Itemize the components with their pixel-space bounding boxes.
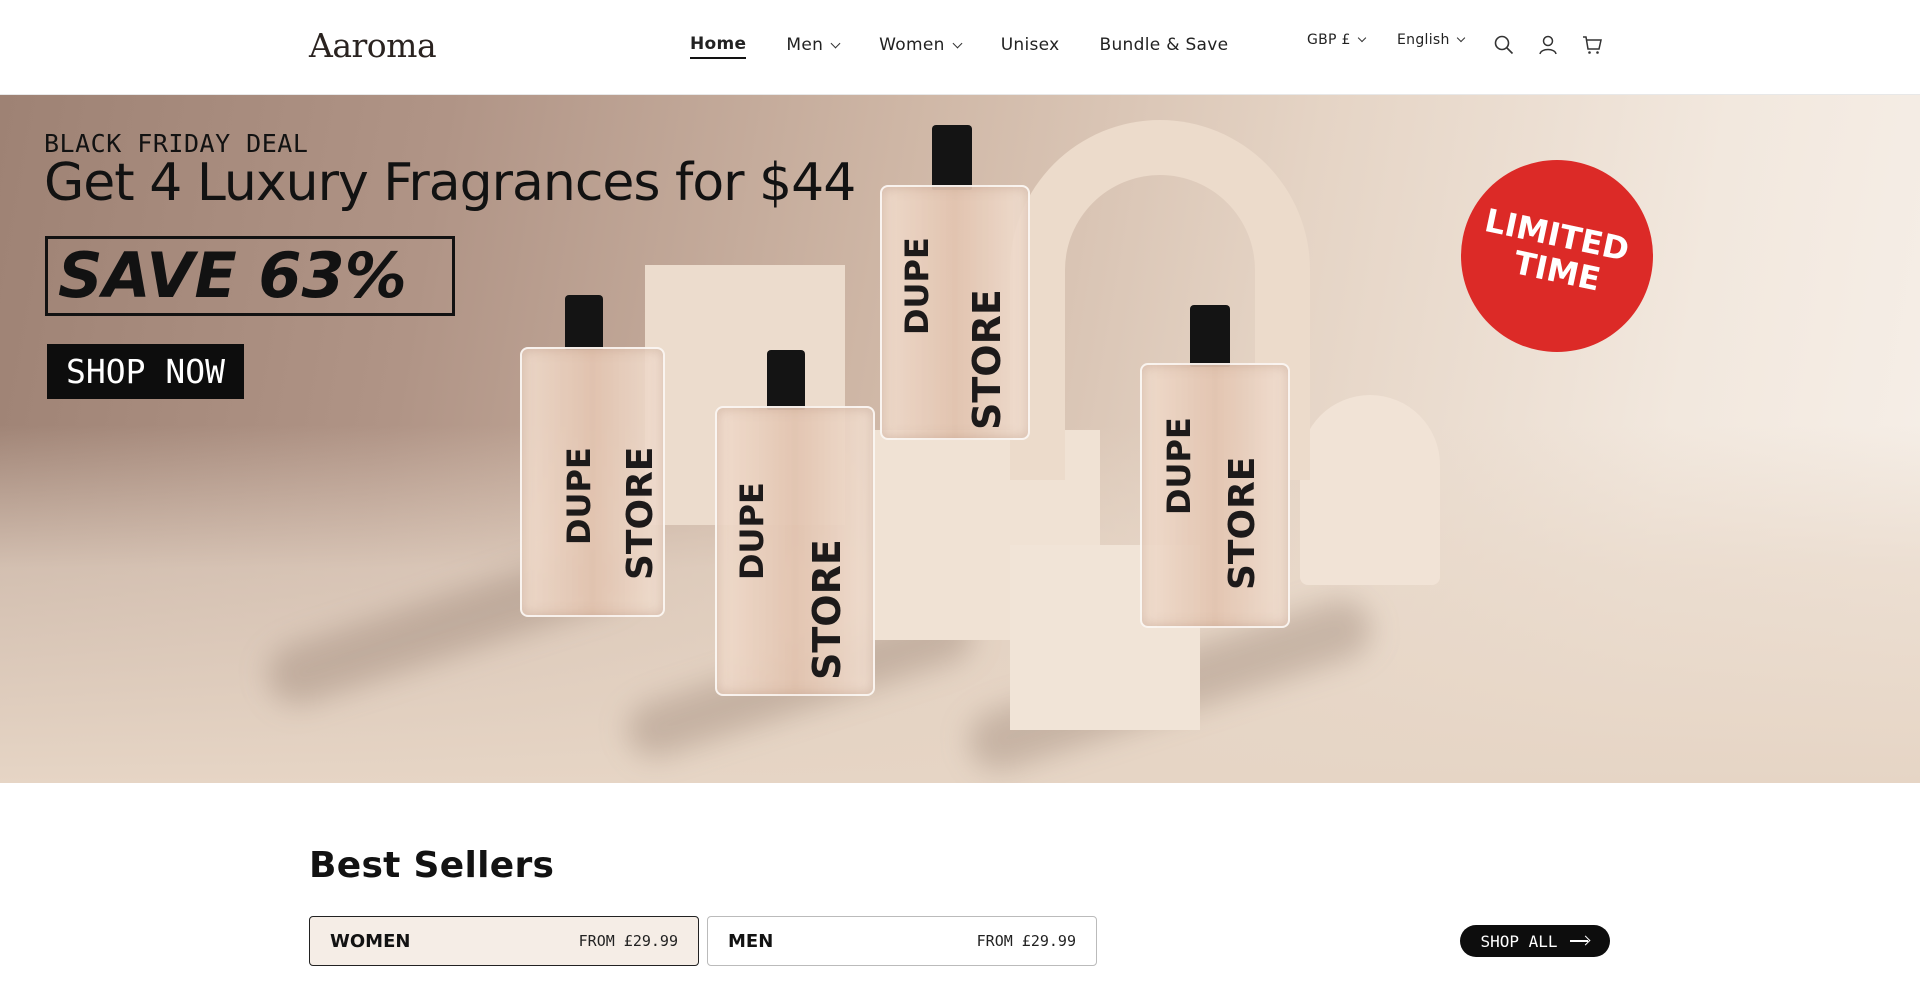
tab-price: FROM £29.99 (976, 932, 1076, 950)
hero-banner[interactable]: DUPE STORE DUPE STORE DUPE STORE DUPE ST… (0, 95, 1920, 783)
hero-headline: Get 4 Luxury Fragrances for $44 (44, 153, 856, 213)
chevron-down-icon (952, 38, 963, 48)
save-text: SAVE 63% (58, 239, 407, 312)
brand-logo[interactable]: Aaroma (309, 26, 437, 66)
nav-item-unisex[interactable]: Unisex (1001, 30, 1060, 60)
bottle-label: STORE (965, 289, 1009, 430)
bottle-label: STORE (1222, 456, 1263, 590)
arrow-right-icon (1569, 936, 1590, 946)
tab-name: WOMEN (330, 930, 411, 952)
search-icon[interactable] (1492, 33, 1516, 57)
limited-time-badge: LIMITED TIME (1461, 160, 1653, 352)
nav-item-men[interactable]: Men (786, 30, 841, 60)
bottle-label: STORE (620, 446, 661, 580)
chevron-down-icon (830, 38, 841, 48)
cart-icon[interactable] (1580, 33, 1604, 57)
tab-men[interactable]: MEN FROM £29.99 (707, 916, 1097, 966)
bottle-label: DUPE (1160, 417, 1198, 515)
chevron-down-icon (1357, 33, 1367, 43)
chevron-down-icon (1456, 33, 1465, 43)
nav-item-label: Home (690, 34, 747, 54)
bottle-label: DUPE (560, 447, 598, 545)
main-nav: Home Men Women Unisex Bundle & Save (670, 30, 1248, 60)
nav-item-label: Women (879, 35, 945, 55)
currency-selector[interactable]: GBP £ (1307, 32, 1367, 48)
bottle-label: DUPE (898, 237, 936, 335)
bottle-label: STORE (805, 539, 849, 680)
nav-item-label: Men (786, 35, 824, 55)
nav-item-women[interactable]: Women (879, 30, 963, 60)
podium-cylinder (1300, 395, 1440, 585)
nav-item-label: Unisex (1000, 35, 1060, 55)
language-selector[interactable]: English (1397, 32, 1465, 48)
shop-now-button[interactable]: SHOP NOW (47, 344, 244, 399)
nav-item-home[interactable]: Home (690, 31, 747, 59)
tab-name: MEN (728, 930, 774, 952)
currency-label: GBP £ (1307, 32, 1351, 48)
tab-women[interactable]: WOMEN FROM £29.99 (309, 916, 699, 966)
shop-all-label: SHOP ALL (1480, 931, 1558, 951)
shop-all-button[interactable]: SHOP ALL (1460, 925, 1610, 957)
bottle-label: DUPE (733, 482, 771, 580)
nav-item-bundle-save[interactable]: Bundle & Save (1100, 30, 1229, 60)
save-box: SAVE 63% (45, 236, 455, 316)
language-label: English (1397, 32, 1450, 48)
nav-item-label: Bundle & Save (1099, 35, 1229, 55)
best-sellers-title: Best Sellers (309, 845, 555, 886)
site-header: Aaroma Home Men Women Unisex Bundle & Sa… (0, 0, 1920, 95)
tab-price: FROM £29.99 (578, 932, 678, 950)
account-icon[interactable] (1536, 33, 1560, 57)
